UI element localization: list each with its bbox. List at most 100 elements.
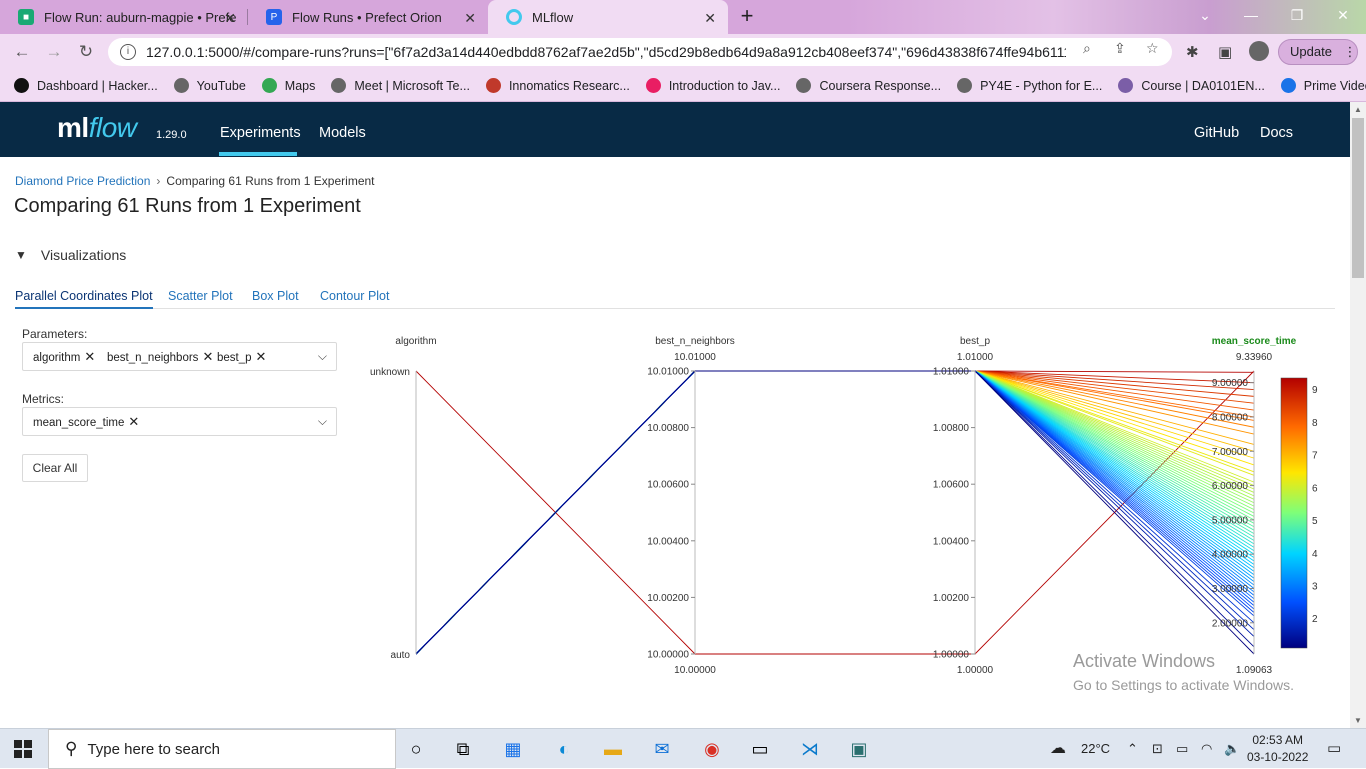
scrollbar-thumb[interactable] (1352, 118, 1364, 278)
browser-tab-prefect-flow-run[interactable]: ■ Flow Run: auburn-magpie • Prefe ✕ (0, 0, 248, 34)
cortana-icon[interactable]: ○ (403, 737, 429, 761)
bookmark-item[interactable]: Maps (261, 78, 315, 93)
extensions-icon[interactable]: ✱ (1186, 43, 1199, 61)
reload-icon[interactable]: ↻ (76, 42, 96, 62)
chrome-icon[interactable]: ◉ (699, 737, 725, 761)
clock-time: 02:53 AM (1252, 733, 1304, 747)
nav-docs[interactable]: Docs (1260, 125, 1293, 141)
browser-tab-prefect-flow-runs[interactable]: P Flow Runs • Prefect Orion ✕ (248, 0, 488, 34)
share-icon[interactable]: ⇪ (1114, 40, 1126, 57)
run-line (415, 370, 1255, 655)
tab-scatter-plot[interactable]: Scatter Plot (168, 289, 233, 303)
wifi-icon[interactable]: ◠ (1201, 741, 1212, 757)
clear-all-button[interactable]: Clear All (22, 454, 88, 482)
back-icon[interactable]: ← (12, 42, 32, 62)
restore-icon[interactable]: ❐ (1274, 0, 1320, 34)
tab-title: MLflow (532, 9, 574, 25)
app-icon[interactable]: ▣ (846, 737, 872, 761)
mail-icon[interactable]: ✉ (649, 737, 675, 761)
mlflow-logo[interactable]: mlflow (57, 112, 137, 144)
battery-icon[interactable]: ▭ (1176, 741, 1188, 757)
remove-chip-icon[interactable]: ✕ (128, 414, 139, 429)
zoom-icon[interactable]: ⌕ (1083, 40, 1091, 57)
task-view-icon[interactable]: ⧉ (450, 737, 476, 761)
weather-icon[interactable]: ☁ (1050, 738, 1066, 758)
remove-chip-icon[interactable]: ✕ (202, 349, 213, 364)
notifications-icon[interactable]: ▭ (1327, 739, 1341, 757)
bookmark-item[interactable]: PY4E - Python for E... (957, 78, 1102, 93)
windows-start-icon[interactable] (14, 740, 32, 758)
network-icon[interactable]: ⊡ (1152, 741, 1163, 757)
menu-kebab-icon[interactable]: ⋮ (1344, 44, 1357, 59)
bookmark-item[interactable]: Course | DA0101EN... (1118, 78, 1265, 93)
edge-icon[interactable]: ◐ (551, 737, 577, 761)
close-tab-icon[interactable]: ✕ (464, 10, 476, 27)
bookmark-item[interactable]: Coursera Response... (796, 78, 941, 93)
chevron-down-icon[interactable]: ⌵ (318, 414, 327, 429)
site-info-icon[interactable]: i (120, 44, 136, 60)
close-tab-icon[interactable]: ✕ (704, 10, 716, 27)
nav-experiments[interactable]: Experiments (220, 125, 301, 141)
axis-tick-label: 1.00400 (933, 536, 970, 547)
axes-layer: algorithm unknown auto best_n_neighbors 10.0… (370, 336, 1297, 676)
chevron-down-icon[interactable]: ⌵ (318, 349, 327, 364)
visualizations-section-toggle[interactable]: ▼ Visualizations (15, 247, 126, 263)
profile-avatar[interactable] (1249, 41, 1269, 61)
axis-tick-label: 1.01000 (933, 367, 970, 378)
weather-temp[interactable]: 22°C (1081, 741, 1110, 756)
run-line (415, 370, 1255, 655)
run-line (415, 370, 1255, 655)
bookmark-item[interactable]: Introduction to Jav... (645, 78, 780, 93)
bookmark-item[interactable]: Innomatics Researc... (485, 78, 630, 93)
parallel-coordinates-plot[interactable]: algorithm unknown auto best_n_neighbors 10.0… (340, 325, 1340, 680)
taskbar-clock[interactable]: 02:53 AM 03-10-2022 (1247, 732, 1308, 766)
parameters-select[interactable]: algorithm ✕ best_n_neighbors ✕ best_p ✕ ⌵ (22, 342, 337, 371)
scroll-up-icon[interactable]: ▲ (1354, 105, 1362, 114)
bookmark-item[interactable]: Dashboard | Hacker... (14, 78, 158, 93)
page-scrollbar[interactable]: ▲ ▼ (1350, 102, 1366, 728)
tab-search-chevron-icon[interactable]: ⌄ (1182, 0, 1228, 34)
metrics-select[interactable]: mean_score_time ✕ ⌵ (22, 407, 337, 436)
bookmark-item[interactable]: YouTube (173, 78, 246, 93)
breadcrumb-experiment-link[interactable]: Diamond Price Prediction (15, 174, 150, 188)
close-tab-icon[interactable]: ✕ (224, 10, 236, 27)
tab-parallel-coordinates[interactable]: Parallel Coordinates Plot (15, 289, 153, 309)
bookmark-item[interactable]: Prime Video (1280, 78, 1366, 93)
remove-chip-icon[interactable]: ✕ (84, 349, 95, 364)
nav-models[interactable]: Models (319, 125, 366, 141)
remove-chip-icon[interactable]: ✕ (256, 349, 267, 364)
terminal-icon[interactable]: ▭ (747, 737, 773, 761)
tray-chevron-icon[interactable]: ⌃ (1127, 741, 1138, 757)
taskbar-search[interactable]: ⚲ Type here to search (48, 729, 396, 769)
run-line (415, 370, 1255, 655)
tab-contour-plot[interactable]: Contour Plot (320, 289, 389, 303)
run-line (415, 370, 1255, 655)
forward-icon[interactable]: → (44, 42, 64, 62)
bookmark-item[interactable]: Meet | Microsoft Te... (331, 78, 470, 93)
bookmark-star-icon[interactable]: ☆ (1146, 40, 1159, 57)
run-line (415, 370, 1255, 655)
window-controls: ⌄ — ❐ ✕ (1182, 0, 1366, 34)
vscode-icon[interactable]: ⋊ (797, 737, 823, 761)
axis-tick-label: 9.00000 (1212, 378, 1249, 389)
store-icon[interactable]: ▦ (500, 737, 526, 761)
run-line (415, 370, 1255, 655)
url-text[interactable]: 127.0.0.1:5000/#/compare-runs?runs=["6f7… (146, 44, 1066, 60)
file-explorer-icon[interactable]: ▬ (600, 737, 626, 761)
new-tab-icon[interactable]: + (734, 4, 760, 30)
minimize-icon[interactable]: — (1228, 0, 1274, 34)
close-window-icon[interactable]: ✕ (1320, 0, 1366, 34)
side-panel-icon[interactable]: ▣ (1218, 43, 1232, 61)
nav-github[interactable]: GitHub (1194, 125, 1239, 141)
axis-tick-label: 2.00000 (1212, 618, 1249, 629)
update-button[interactable]: Update ⋮ (1278, 39, 1358, 65)
bookmarks-bar: Dashboard | Hacker... YouTube Maps Meet | M… (0, 70, 1366, 102)
axis-tick-label: auto (391, 650, 411, 661)
address-bar[interactable]: i 127.0.0.1:5000/#/compare-runs?runs=["6… (108, 38, 1172, 66)
scroll-down-icon[interactable]: ▼ (1354, 716, 1362, 725)
browser-tab-mlflow[interactable]: MLflow ✕ (488, 0, 728, 34)
tab-box-plot[interactable]: Box Plot (252, 289, 299, 303)
chip-label: best_n_neighbors (107, 352, 199, 364)
axis-tick-label: 3.00000 (1212, 584, 1249, 595)
volume-icon[interactable]: 🔈 (1224, 741, 1240, 757)
